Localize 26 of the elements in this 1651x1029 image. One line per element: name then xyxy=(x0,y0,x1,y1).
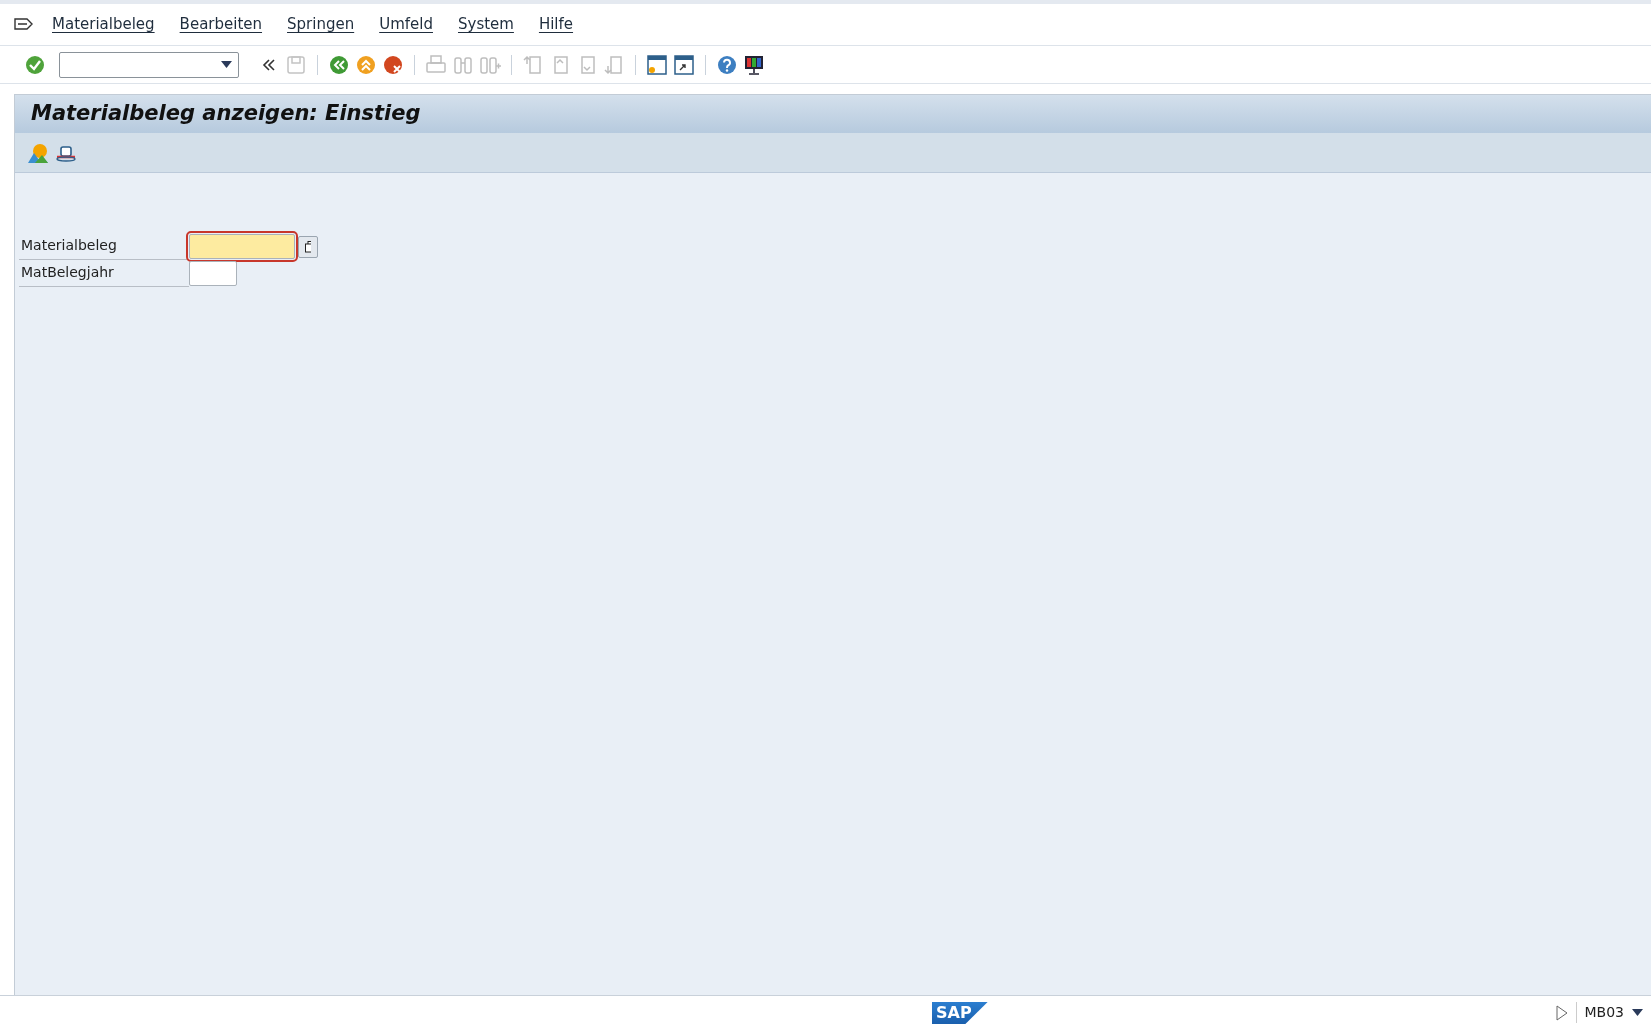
new-window-icon[interactable] xyxy=(646,53,668,76)
play-icon[interactable] xyxy=(1555,1004,1568,1021)
transaction-code: MB03 xyxy=(1584,1003,1624,1022)
value-help-button[interactable] xyxy=(298,235,318,258)
menu-item[interactable]: Umfeld xyxy=(379,13,433,36)
cancel-icon[interactable] xyxy=(382,53,404,76)
screen-title: Materialbeleg anzeigen: Einstieg xyxy=(15,95,1651,133)
command-field[interactable] xyxy=(59,51,239,78)
menu-item[interactable]: Springen xyxy=(287,13,355,36)
menu-item[interactable]: Materialbeleg xyxy=(52,13,155,36)
menu-item[interactable]: Bearbeiten xyxy=(179,13,263,36)
menu-item[interactable]: System xyxy=(458,13,514,36)
menu-item[interactable]: Hilfe xyxy=(538,13,574,36)
menu-icon[interactable] xyxy=(14,16,34,33)
landscape-icon[interactable] xyxy=(27,141,49,164)
help-icon[interactable] xyxy=(716,53,738,76)
shortcut-icon[interactable] xyxy=(673,53,695,76)
input-field[interactable] xyxy=(189,261,237,286)
sap-logo: SAP xyxy=(932,1002,988,1024)
exit-icon[interactable] xyxy=(355,53,377,76)
back-icon[interactable] xyxy=(328,53,350,76)
monitor-icon[interactable] xyxy=(743,53,765,76)
dropdown-caret-icon[interactable] xyxy=(221,61,232,68)
input-field[interactable] xyxy=(189,234,295,259)
check-icon[interactable] xyxy=(24,53,46,76)
dropdown-caret-icon[interactable] xyxy=(1632,1009,1643,1016)
